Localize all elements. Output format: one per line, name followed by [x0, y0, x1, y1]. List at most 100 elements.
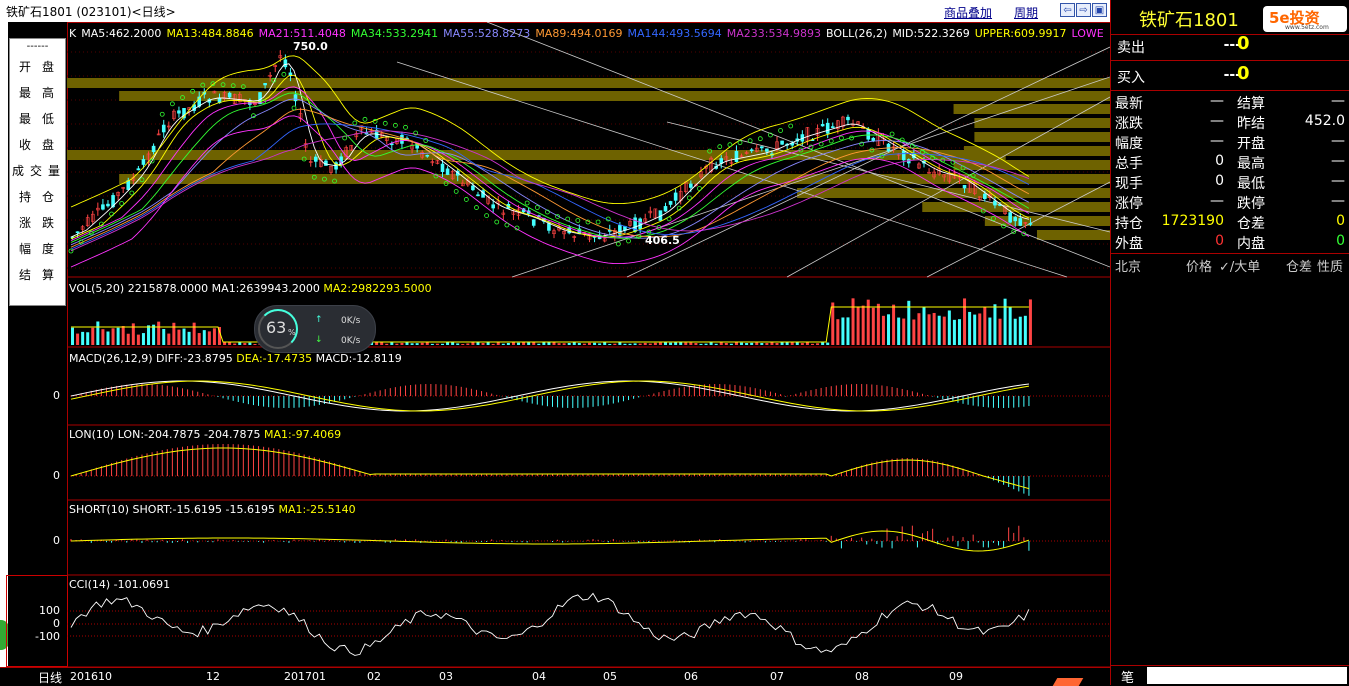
volume-bar: [623, 343, 627, 345]
lon-zero-tick: 0: [53, 469, 60, 482]
quote-label: 内盘: [1237, 236, 1265, 252]
volume-bar: [694, 343, 698, 345]
volume-bar: [841, 317, 845, 345]
sar-dot: [382, 120, 388, 126]
profile-bar: [953, 104, 1110, 114]
quote-value: —: [1210, 113, 1224, 129]
short-ma1: MA1:-25.5140: [278, 503, 356, 516]
volume-bar: [648, 343, 652, 345]
volume-bar: [86, 332, 90, 345]
candle-body: [445, 168, 450, 175]
menu-item-char: 开: [19, 60, 32, 74]
period-link[interactable]: 周期: [1014, 4, 1038, 21]
prev-arrow-icon[interactable]: ⇦: [1060, 3, 1075, 17]
upload-speed: 0K/s: [341, 316, 361, 326]
tick-count-label: 笔: [1121, 671, 1135, 686]
volume-bar: [106, 331, 110, 345]
macd-legend: MACD(26,12,9) DIFF:-23.8795 DEA:-17.4735…: [69, 352, 402, 365]
volume-bar: [892, 304, 896, 345]
volume-bar: [532, 342, 536, 345]
volume-bar: [116, 327, 120, 345]
vol-title: VOL(5,20) 2215878.0000: [69, 282, 209, 295]
volume-bar: [734, 342, 738, 345]
toggle-panel-icon[interactable]: ▣: [1092, 3, 1107, 17]
candle-body: [866, 128, 871, 140]
volume-bar: [790, 342, 794, 345]
overlay-link[interactable]: 商品叠加: [944, 4, 992, 21]
volume-bar: [942, 316, 946, 345]
menu-item-char: 收: [19, 138, 32, 152]
volume-bar: [157, 321, 161, 345]
volume-bar: [902, 318, 906, 345]
menu-item[interactable]: 持仓: [10, 183, 65, 209]
volume-bar: [643, 342, 647, 345]
quote-value: —: [1331, 173, 1345, 189]
candle-body: [141, 159, 146, 165]
lon-ma: [70, 447, 1030, 490]
menu-item[interactable]: 收盘: [10, 131, 65, 157]
vol-ma1: MA1:2639943.2000: [211, 282, 320, 295]
volume-bar: [212, 328, 216, 345]
volume-bar: [826, 342, 830, 345]
kline-chart-area[interactable]: [67, 22, 1110, 667]
volume-bar: [755, 342, 759, 345]
volume-bar: [253, 343, 257, 345]
volume-bar: [608, 343, 612, 345]
x-axis-bar: 日线 201610 12 201701 02 03 04 05 06 07 08 09: [0, 667, 1110, 686]
volume-bar: [719, 342, 723, 345]
macd-zero-tick: 0: [53, 389, 60, 402]
sar-dot: [666, 216, 672, 222]
next-arrow-icon[interactable]: ⇨: [1076, 3, 1091, 17]
tick-input[interactable]: [1147, 667, 1347, 684]
volume-bar: [136, 334, 140, 345]
menu-item-char: 最: [19, 112, 32, 126]
volume-bar: [679, 342, 683, 345]
candle-body: [324, 160, 328, 166]
candle-body: [668, 201, 673, 205]
volume-bar: [816, 343, 820, 345]
candle-body: [547, 223, 551, 231]
ma-line: [70, 92, 1030, 243]
lon-ma1: MA1:-97.4069: [263, 428, 342, 441]
candle-body: [1013, 217, 1018, 222]
volume-bar: [587, 342, 591, 345]
cci-tick-100: 100: [39, 604, 60, 617]
menu-item[interactable]: 成交量: [10, 157, 65, 183]
period-label[interactable]: 日线: [38, 669, 62, 686]
menu-item[interactable]: 结算: [10, 261, 65, 287]
tick-header: 价格: [1186, 260, 1213, 275]
quote-value: 0: [1336, 233, 1345, 249]
divider: [1111, 34, 1349, 35]
macd-value: MACD:-12.8119: [315, 352, 402, 365]
sar-dot: [494, 219, 500, 225]
volume-bars: [71, 298, 1032, 345]
volume-bar: [669, 342, 673, 345]
candle-body: [901, 150, 906, 161]
volume-bar: [197, 333, 201, 345]
menu-item-char: 最: [19, 86, 32, 100]
buy-price: ---: [1223, 67, 1241, 83]
speed-percent-sign: %: [288, 328, 296, 337]
menu-item[interactable]: 幅度: [10, 235, 65, 261]
volume-bar: [228, 342, 232, 345]
menu-item[interactable]: 最低: [10, 105, 65, 131]
volume-bar: [537, 343, 541, 345]
candle-body: [101, 204, 105, 210]
quote-title: 铁矿石1801: [1139, 10, 1239, 31]
quote-value: —: [1331, 93, 1345, 109]
menu-item[interactable]: 开盘: [10, 53, 65, 79]
ma-legend-item: MA144:493.5694: [627, 27, 722, 40]
volume-bar: [770, 342, 774, 345]
candle-body: [425, 154, 430, 157]
volume-bar: [192, 322, 196, 345]
low-price-label: 406.5: [645, 234, 680, 247]
sar-dot: [109, 211, 114, 217]
sar-dot: [697, 186, 702, 191]
menu-item-char: 成: [12, 164, 25, 178]
network-speed-widget[interactable]: 63 % ↑ 0K/s ↓ 0K/s: [254, 305, 376, 353]
candle-body: [993, 200, 997, 206]
sar-dot: [889, 131, 895, 137]
menu-item-char: 幅: [19, 242, 32, 256]
menu-item[interactable]: 最高: [10, 79, 65, 105]
menu-item[interactable]: 涨跌: [10, 209, 65, 235]
